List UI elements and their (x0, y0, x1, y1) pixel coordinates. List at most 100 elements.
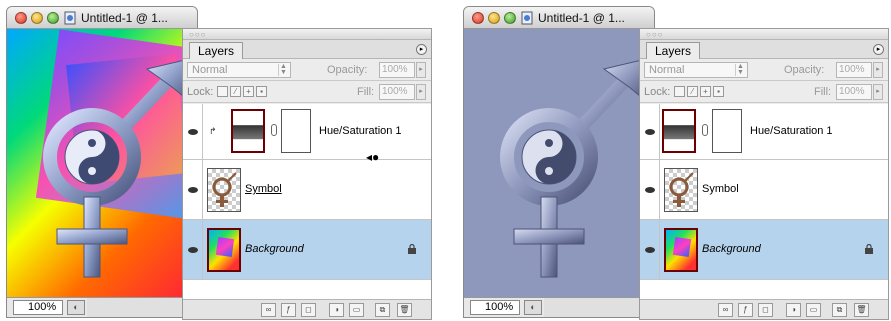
visibility-toggle[interactable] (640, 220, 660, 279)
layer-row-background[interactable]: Background (183, 220, 431, 280)
layer-row-hue-saturation[interactable]: ↱ Hue/Saturation 1 (183, 104, 431, 160)
palette-menu-icon[interactable]: ▸ (416, 44, 427, 55)
adjustment-icon[interactable]: ◑ (329, 303, 344, 317)
screenshot-right: Untitled-1 @ 1... 100% ◐ ○○○ Layers ▸ No… (457, 0, 891, 321)
lock-all-icon[interactable]: ▪ (713, 86, 724, 97)
layer-mask-thumbnail[interactable] (281, 109, 311, 153)
blend-row: Normal ▲ ▼ Opacity: 100% ▸ (640, 59, 888, 81)
lock-image-icon[interactable]: ⁄ (687, 86, 698, 97)
visibility-toggle[interactable] (183, 104, 203, 159)
fill-slider-button[interactable]: ▸ (873, 84, 883, 100)
horizontal-scrollbar[interactable] (544, 298, 654, 317)
layer-row-hue-saturation[interactable]: Hue/Saturation 1 (640, 104, 888, 160)
lock-all-icon[interactable]: ▪ (256, 86, 267, 97)
mask-icon[interactable]: ◻ (301, 303, 316, 317)
status-menu-button[interactable]: ◐ (524, 300, 542, 315)
layer-name[interactable]: Background (702, 243, 761, 255)
lock-image-icon[interactable]: ⁄ (230, 86, 241, 97)
lock-transparent-icon[interactable] (674, 86, 685, 97)
document-proxy-icon[interactable] (63, 11, 77, 25)
fill-field[interactable]: 100% (836, 84, 872, 100)
effects-icon[interactable]: ƒ (281, 303, 296, 317)
opacity-slider-button[interactable]: ▸ (416, 62, 426, 78)
blend-mode-value: Normal (192, 64, 228, 76)
visibility-toggle[interactable] (640, 160, 660, 219)
layer-name[interactable]: Background (245, 243, 304, 255)
new-layer-icon[interactable]: ⧉ (375, 303, 390, 317)
document-titlebar[interactable]: Untitled-1 @ 1... (7, 7, 197, 29)
layer-row-symbol[interactable]: Symbol (640, 160, 888, 220)
document-proxy-icon[interactable] (520, 11, 534, 25)
opacity-field[interactable]: 100% (836, 62, 872, 78)
layer-thumbnail[interactable] (207, 168, 241, 212)
adjustment-thumbnail[interactable] (231, 109, 265, 153)
close-button[interactable] (472, 12, 484, 24)
palette-menu-icon[interactable]: ▸ (873, 44, 884, 55)
adjustment-icon[interactable]: ◑ (786, 303, 801, 317)
opacity-field[interactable]: 100% (379, 62, 415, 78)
link-icon[interactable]: ∞ (718, 303, 733, 317)
clipping-arrow-icon: ↱ (209, 126, 217, 136)
layer-name[interactable]: Symbol (702, 183, 739, 195)
canvas[interactable] (7, 29, 197, 299)
layer-row-symbol[interactable]: Symbol (183, 160, 431, 220)
layer-thumbnail[interactable] (207, 228, 241, 272)
layer-name[interactable]: Symbol (245, 183, 282, 195)
fill-label: Fill: (814, 86, 832, 98)
blend-mode-select[interactable]: Normal ▲ ▼ (187, 62, 291, 78)
document-window: Untitled-1 @ 1... 100% ◐ (6, 6, 198, 318)
zoom-level-field[interactable]: 100% (470, 300, 520, 315)
document-titlebar[interactable]: Untitled-1 @ 1... (464, 7, 654, 29)
palette-window-controls-icon[interactable]: ○○○ (189, 30, 207, 39)
status-menu-button[interactable]: ◐ (67, 300, 85, 315)
palette-window-controls-icon[interactable]: ○○○ (646, 30, 664, 39)
zoom-level-field[interactable]: 100% (13, 300, 63, 315)
lock-row: Lock: ⁄ + ▪ Fill: 100% ▸ (183, 81, 431, 103)
layer-thumbnail[interactable] (664, 168, 698, 212)
zoom-button[interactable] (47, 12, 59, 24)
folder-icon[interactable]: ▭ (349, 303, 364, 317)
lock-transparent-icon[interactable] (217, 86, 228, 97)
gender-symbol-art (500, 58, 647, 278)
canvas[interactable] (464, 29, 654, 299)
layer-thumbnail[interactable] (664, 228, 698, 272)
horizontal-scrollbar[interactable] (87, 298, 197, 317)
pointer-cursor-icon: ◂● (366, 150, 380, 164)
lock-position-icon[interactable]: + (700, 86, 711, 97)
link-icon[interactable]: ∞ (261, 303, 276, 317)
chain-link-icon[interactable] (271, 124, 277, 136)
adjustment-thumbnail[interactable] (662, 109, 696, 153)
layer-row-background[interactable]: Background (640, 220, 888, 280)
lock-row: Lock: ⁄ + ▪ Fill: 100% ▸ (640, 81, 888, 103)
minimize-button[interactable] (31, 12, 43, 24)
palette-titlebar[interactable]: ○○○ (640, 29, 888, 40)
visibility-toggle[interactable] (183, 220, 203, 279)
layer-name[interactable]: Hue/Saturation 1 (750, 125, 833, 137)
layer-mask-thumbnail[interactable] (712, 109, 742, 153)
fill-field[interactable]: 100% (379, 84, 415, 100)
blend-mode-select[interactable]: Normal ▲ ▼ (644, 62, 748, 78)
visibility-toggle[interactable] (640, 104, 660, 159)
trash-icon[interactable]: 🗑 (397, 303, 412, 317)
trash-icon[interactable]: 🗑 (854, 303, 869, 317)
tab-layers[interactable]: Layers (646, 42, 701, 59)
folder-icon[interactable]: ▭ (806, 303, 821, 317)
lock-position-icon[interactable]: + (243, 86, 254, 97)
layer-name[interactable]: Hue/Saturation 1 (319, 125, 402, 137)
palette-tab-row: Layers ▸ (640, 40, 888, 59)
opacity-label: Opacity: (784, 64, 825, 76)
tab-layers[interactable]: Layers (189, 42, 244, 59)
new-layer-icon[interactable]: ⧉ (832, 303, 847, 317)
layers-palette: ○○○ Layers ▸ Normal ▲ ▼ Opacity: 100% ▸ Lo… (639, 28, 889, 320)
effects-icon[interactable]: ƒ (738, 303, 753, 317)
palette-titlebar[interactable]: ○○○ (183, 29, 431, 40)
close-button[interactable] (15, 12, 27, 24)
opacity-slider-button[interactable]: ▸ (873, 62, 883, 78)
zoom-button[interactable] (504, 12, 516, 24)
minimize-button[interactable] (488, 12, 500, 24)
lock-label: Lock: (644, 86, 671, 98)
visibility-toggle[interactable] (183, 160, 203, 219)
fill-slider-button[interactable]: ▸ (416, 84, 426, 100)
mask-icon[interactable]: ◻ (758, 303, 773, 317)
chain-link-icon[interactable] (702, 124, 708, 136)
